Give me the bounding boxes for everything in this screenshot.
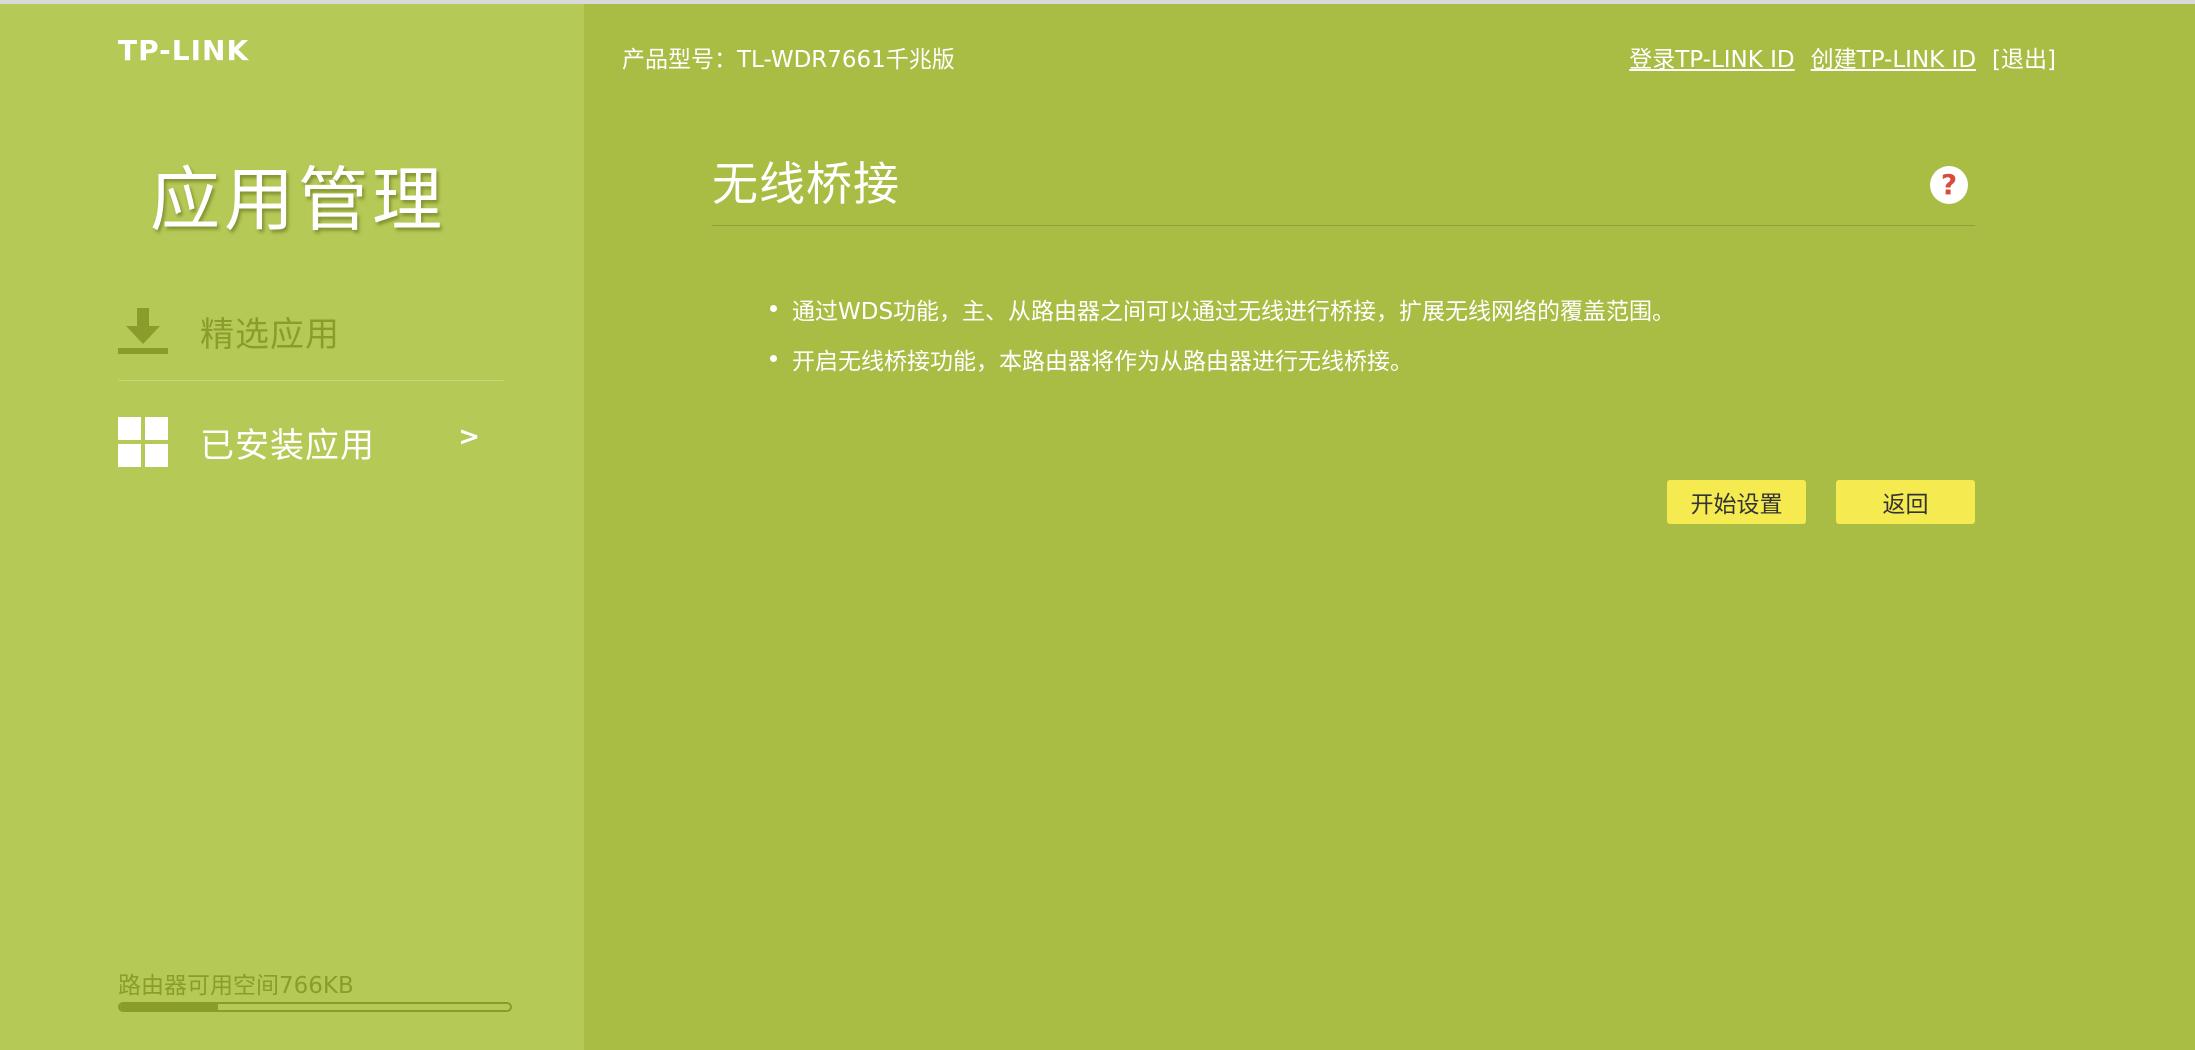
sidebar-item-label: 已安装应用 bbox=[200, 425, 375, 466]
title-divider bbox=[712, 225, 1975, 226]
question-icon[interactable]: ? bbox=[1930, 166, 1968, 204]
start-setup-button[interactable]: 开始设置 bbox=[1667, 480, 1806, 524]
grid-icon bbox=[118, 417, 168, 467]
description-list: 通过WDS功能，主、从路由器之间可以通过无线进行桥接，扩展无线网络的覆盖范围。 … bbox=[770, 292, 1675, 392]
back-button[interactable]: 返回 bbox=[1836, 480, 1975, 524]
page-title: 无线桥接 bbox=[712, 157, 900, 211]
logout-link[interactable]: [退出] bbox=[1992, 40, 2056, 74]
create-tplink-id-link[interactable]: 创建TP-LINK ID bbox=[1811, 40, 1976, 74]
storage-label: 路由器可用空间766KB bbox=[118, 973, 354, 999]
chevron-right-icon: > bbox=[458, 422, 480, 452]
download-icon bbox=[118, 306, 168, 356]
sidebar-item-installed-apps[interactable]: 已安装应用 > bbox=[118, 392, 504, 492]
login-tplink-id-link[interactable]: 登录TP-LINK ID bbox=[1629, 40, 1794, 74]
sidebar-item-label: 精选应用 bbox=[200, 314, 340, 355]
list-item: 开启无线桥接功能，本路由器将作为从路由器进行无线桥接。 bbox=[770, 342, 1675, 392]
sidebar-item-featured-apps[interactable]: 精选应用 bbox=[118, 282, 504, 381]
account-links: 登录TP-LINK ID 创建TP-LINK ID [退出] bbox=[1629, 40, 2056, 74]
tplink-logo: TP-LINK bbox=[118, 34, 250, 67]
sidebar-title: 应用管理 bbox=[150, 159, 446, 241]
storage-progress-fill bbox=[120, 1004, 218, 1010]
list-item: 通过WDS功能，主、从路由器之间可以通过无线进行桥接，扩展无线网络的覆盖范围。 bbox=[770, 292, 1675, 342]
storage-progress-bar bbox=[118, 1002, 512, 1012]
product-model: 产品型号：TL-WDR7661千兆版 bbox=[622, 47, 955, 73]
sidebar: TP-LINK 应用管理 精选应用 已安装应用 > 路由器可用空间766KB bbox=[0, 4, 584, 1050]
